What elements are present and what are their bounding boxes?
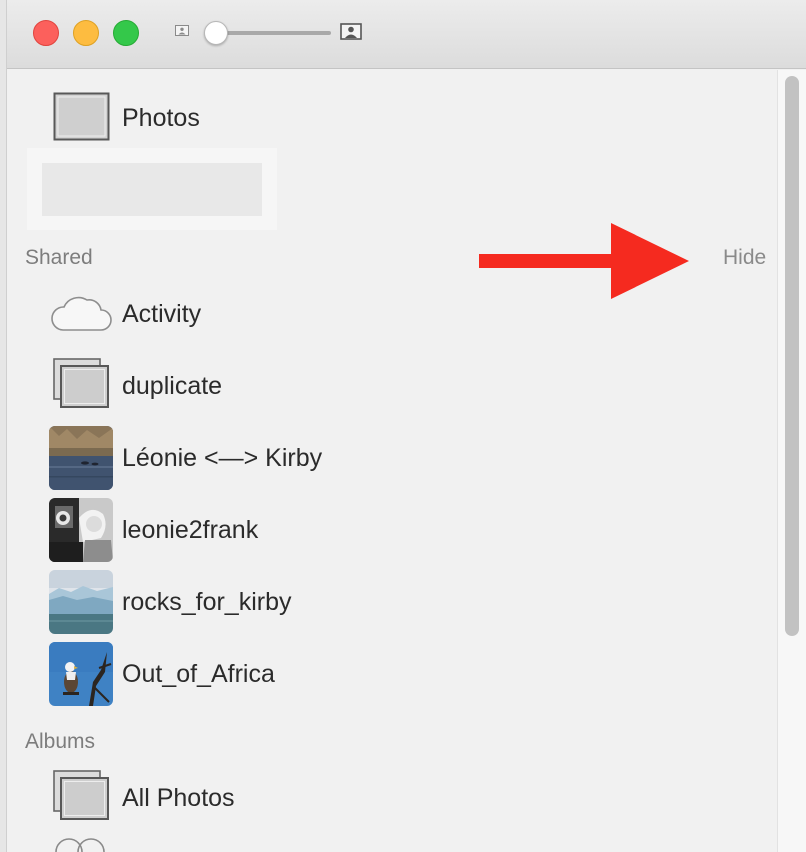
sidebar-item-label: Photos [122,104,200,132]
arrow-shaft [479,254,615,268]
sidebar-item-label: All Photos [122,784,235,812]
stacked-photos-icon [53,358,109,408]
sidebar-item-label: duplicate [122,372,223,400]
close-button[interactable] [33,20,59,46]
sidebar-item-label: rocks_for_kirby [122,588,292,616]
photo-large-icon [340,23,362,40]
eagle-thumbnail [49,642,113,706]
minimize-button[interactable] [73,20,99,46]
lake-thumbnail [49,426,113,490]
sidebar-item-label: Out_of_Africa [122,660,275,688]
thumbnail-size-slider-track[interactable] [215,31,331,35]
sidebar-item-leonie-kirby[interactable]: Léonie <—> Kirby [7,426,707,490]
loading-placeholder-bar [42,163,262,216]
photo-small-icon [175,25,189,36]
sidebar-item-label: Activity [122,300,202,328]
sidebar-item-photos[interactable]: Photos [7,86,707,150]
sidebar-scrollbar-thumb[interactable] [785,76,799,636]
arrow-head [611,223,689,299]
title-bar [7,0,806,69]
bw-photo-thumbnail [49,498,113,562]
sidebar-item-rocks-for-kirby[interactable]: rocks_for_kirby [7,570,707,634]
cloud-icon [51,296,112,331]
stacked-photos-icon [53,770,109,820]
hide-shared-button[interactable]: Hide [723,246,766,270]
people-icon [55,838,105,852]
photos-window: Photos Shared Hide Activity duplicate Lé… [6,0,806,852]
sidebar-item-label: leonie2frank [122,516,259,544]
glacier-thumbnail [49,570,113,634]
red-arrow-annotation [479,223,689,299]
zoom-button[interactable] [113,20,139,46]
sidebar-item-all-photos[interactable]: All Photos [7,766,707,830]
sidebar-item-out-of-africa[interactable]: Out_of_Africa [7,642,707,706]
section-header-shared: Shared [25,246,93,269]
sidebar-item-leonie2frank[interactable]: leonie2frank [7,498,707,562]
sidebar-item-label: Léonie <—> Kirby [122,444,323,472]
photo-icon [53,92,110,141]
thumbnail-size-slider-knob[interactable] [204,21,228,45]
sidebar-item-duplicate[interactable]: duplicate [7,354,707,418]
section-header-albums: Albums [25,730,96,753]
